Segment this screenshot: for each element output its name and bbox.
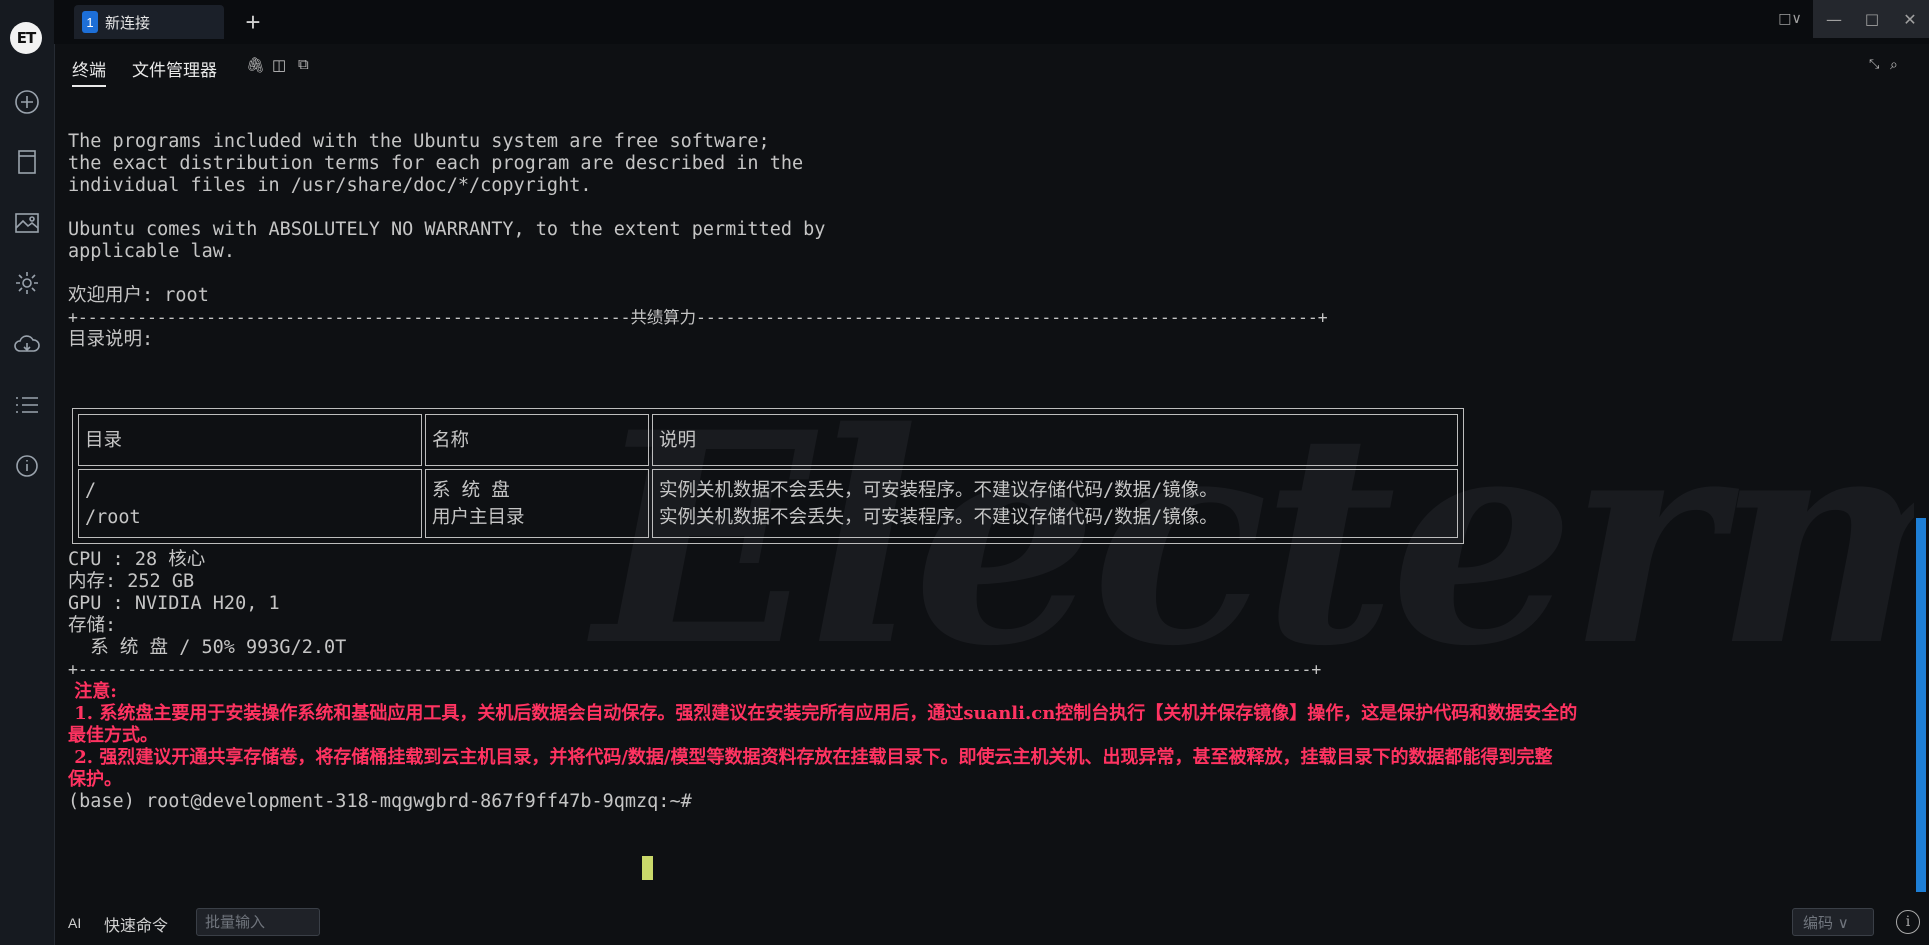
terminal-line: 目录说明: (68, 329, 154, 350)
terminal-line: CPU : 28 核心 (68, 549, 206, 570)
image-icon[interactable] (12, 208, 42, 238)
table-row: / /root 系 统 盘 用户主目录 实例关机数据不会丢失，可安装程序。不建议… (78, 469, 1458, 538)
quick-commands-button[interactable]: 快速命令 (104, 912, 168, 936)
tab-terminal[interactable]: 终端 (72, 56, 106, 87)
table-cell: 实例关机数据不会丢失，可安装程序。不建议存储代码/数据/镜像。 实例关机数据不会… (652, 469, 1458, 538)
paperclip-icon[interactable]: 🖇 (246, 56, 265, 74)
bottom-bar: AI 快速命令 编码 ∨ i (54, 898, 1929, 945)
terminal-cursor (642, 856, 653, 880)
table-cell-line: 用户主目录 (432, 506, 525, 528)
fullscreen-icon[interactable]: ⤡ (1869, 56, 1879, 72)
shell-prompt: (base) root@development-318-mqgwgbrd-867… (68, 791, 703, 812)
info-icon[interactable] (12, 451, 42, 481)
terminal-line: the exact distribution terms for each pr… (68, 153, 804, 174)
minimize-button[interactable]: — (1814, 0, 1854, 38)
table-header-cell: 说明 (652, 414, 1458, 466)
terminal-line: 系 统 盘 / 50% 993G/2.0T (68, 637, 347, 658)
split-view-icon[interactable]: ◫ (272, 56, 286, 74)
terminal-line: Ubuntu comes with ABSOLUTELY NO WARRANTY… (68, 219, 826, 240)
encoding-select[interactable]: 编码 ∨ (1792, 908, 1874, 936)
table-cell-line: 实例关机数据不会丢失，可安装程序。不建议存储代码/数据/镜像。 (659, 479, 1218, 501)
terminal-line: 存储: (68, 615, 117, 636)
terminal-divider: +---------------------------------------… (68, 660, 1322, 679)
left-rail: ET (0, 0, 55, 945)
maximize-button[interactable]: □ (1852, 0, 1892, 38)
terminal-line: GPU : NVIDIA H20, 1 (68, 593, 280, 614)
notice-line: 1. 系统盘主要用于安装操作系统和基础应用工具，关机后数据会自动保存。强烈建议在… (68, 703, 1578, 724)
table-cell: / /root (78, 469, 422, 538)
table-cell-line: 实例关机数据不会丢失，可安装程序。不建议存储代码/数据/镜像。 (659, 506, 1218, 528)
table-cell-line: / (85, 479, 97, 501)
session-toolbar: 终端 文件管理器 🖇 ◫ ⧉ ⤡ ⌕ (54, 44, 1929, 90)
table-header-cell: 名称 (425, 414, 649, 466)
tab-new-connection[interactable]: 1 新连接 (74, 5, 224, 39)
list-icon[interactable] (12, 390, 42, 420)
terminal-line: 欢迎用户: root (68, 285, 209, 306)
terminal-line: applicable law. (68, 241, 236, 262)
notice-title: 注意: (68, 681, 117, 702)
close-button[interactable]: ✕ (1890, 0, 1929, 38)
app-logo[interactable]: ET (10, 22, 42, 54)
directory-table: 目录 名称 说明 / /root 系 统 盘 用户主目录 实例关机数据不会丢失，… (72, 408, 1464, 544)
notice-line: 保护。 (68, 769, 122, 790)
terminal-line: individual files in /usr/share/doc/*/cop… (68, 175, 592, 196)
sitemap-icon[interactable]: ⧉ (298, 56, 309, 73)
table-header-row: 目录 名称 说明 (78, 414, 1458, 466)
tab-title: 新连接 (105, 14, 151, 32)
tab-file-manager[interactable]: 文件管理器 (132, 56, 217, 81)
table-header-cell: 目录 (78, 414, 422, 466)
terminal-output[interactable]: Electerm The programs included with the … (54, 90, 1914, 890)
terminal-line: The programs included with the Ubuntu sy… (68, 131, 770, 152)
table-cell-line: /root (85, 506, 141, 528)
gear-icon[interactable] (12, 268, 42, 298)
terminal-scrollbar[interactable] (1916, 518, 1926, 892)
ai-button[interactable]: AI (68, 915, 81, 931)
search-icon[interactable]: ⌕ (1890, 56, 1898, 73)
tab-bar: 1 新连接 + □∨ — □ ✕ (54, 0, 1929, 44)
notice-line: 2. 强烈建议开通共享存储卷，将存储桶挂载到云主机目录，并将代码/数据/模型等数… (68, 747, 1553, 768)
add-icon[interactable] (12, 87, 42, 117)
cloud-icon[interactable] (12, 329, 42, 359)
table-cell: 系 统 盘 用户主目录 (425, 469, 649, 538)
terminal-line: 内存: 252 GB (68, 571, 195, 592)
add-tab-button[interactable]: + (240, 7, 266, 37)
batch-input[interactable] (196, 908, 320, 936)
notice-line: 最佳方式。 (68, 725, 158, 746)
table-cell-line: 系 统 盘 (432, 479, 510, 501)
bookmark-icon[interactable] (12, 147, 42, 177)
window-layout-icon[interactable]: □∨ (1770, 0, 1810, 38)
tab-number-badge: 1 (82, 11, 98, 33)
info-icon[interactable]: i (1896, 910, 1920, 934)
terminal-divider: +---------------------------------------… (68, 308, 1328, 327)
